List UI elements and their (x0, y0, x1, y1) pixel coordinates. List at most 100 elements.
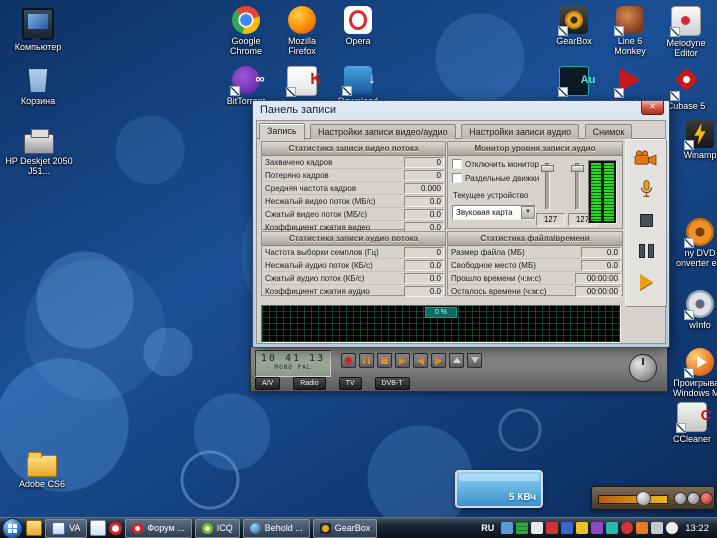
taskbar-button-forum[interactable]: Форум ... (125, 519, 191, 538)
tv-channel-down-button[interactable] (467, 353, 482, 368)
tv-lcd-digits: 10 41 13 (256, 353, 330, 364)
quicklaunch-opera-icon[interactable] (109, 522, 122, 535)
icon-label: Корзина (6, 96, 70, 106)
quicklaunch-app-icon[interactable] (90, 520, 106, 536)
language-indicator[interactable]: RU (477, 523, 498, 533)
taskbar-button-behold[interactable]: Behold ... (243, 519, 310, 538)
desktop-icon-ccleaner[interactable]: CCleaner (660, 402, 717, 444)
play-button[interactable] (630, 270, 662, 294)
desktop-icon-melodyne[interactable]: Melodyne Editor (658, 6, 714, 66)
tv-prev-button[interactable] (413, 353, 428, 368)
tab-video-audio-settings[interactable]: Настройки записи видео/аудио (310, 124, 456, 139)
gadget-close-button[interactable] (700, 492, 713, 505)
tv-channel-up-button[interactable] (449, 353, 464, 368)
desktop: Компьютер Корзина HP Deskjet 2050 J51...… (0, 0, 717, 538)
desktop-icon-computer[interactable]: Компьютер (6, 8, 70, 52)
desktop-icon-line6-monkey[interactable]: Line 6 Monkey (602, 6, 658, 66)
desktop-icon-gearbox[interactable]: GearBox (546, 6, 602, 66)
pause-button[interactable] (630, 239, 662, 263)
stat-row: Осталось времени (ч:м:с)00:00:00 (448, 285, 622, 297)
icon-label: GearBox (546, 36, 602, 46)
tab-record[interactable]: Запись (259, 123, 305, 140)
stop-button[interactable] (630, 208, 662, 232)
close-icon[interactable]: ✕ (641, 101, 664, 115)
tray-icon[interactable] (546, 522, 558, 534)
tv-radio-button[interactable]: Radio (293, 377, 325, 390)
desktop-icon-opera[interactable]: Opera (330, 6, 386, 66)
split-sliders-checkbox[interactable]: Раздельные движки (452, 173, 539, 183)
tv-lcd-display: 10 41 13 MONO PAL (255, 350, 331, 377)
tv-av-button[interactable]: A/V (255, 377, 280, 390)
desktop-icon-dvdinfo[interactable]: wInfo (668, 290, 717, 330)
network-icon[interactable] (666, 522, 678, 534)
tv-play-button[interactable] (395, 353, 410, 368)
desktop-icon-windows-media-player[interactable]: Проигрыва... Windows M... (668, 348, 717, 398)
mute-monitor-checkbox[interactable]: Отключить монитор (452, 159, 539, 169)
recycle-bin-icon (24, 66, 52, 94)
tray-icon[interactable] (591, 522, 603, 534)
tray-icon[interactable] (501, 522, 513, 534)
right-slider-handle[interactable] (571, 165, 584, 172)
gadget-button-1[interactable] (674, 492, 687, 505)
tray-icon[interactable] (606, 522, 618, 534)
tray-icon[interactable] (561, 522, 573, 534)
stat-value: 00:00:00 (575, 273, 621, 284)
meter-left-channel (591, 163, 601, 221)
tv-tv-button[interactable]: TV (339, 377, 362, 390)
stat-value: 0 (404, 247, 444, 258)
tv-stop-button[interactable] (377, 353, 392, 368)
tv-dvbt-button[interactable]: DVB-T (375, 377, 410, 390)
icon-label: Winamp (668, 150, 717, 160)
tray-icon[interactable] (621, 522, 633, 534)
group-title: Монитор уровня записи аудио (448, 142, 622, 156)
dialog-title: Панель записи (260, 104, 336, 116)
taskbar-button-icq[interactable]: ICQ (195, 519, 240, 538)
left-slider-handle[interactable] (541, 165, 554, 172)
icon-label: wInfo (668, 320, 717, 330)
chevron-down-icon[interactable]: ▼ (521, 206, 535, 219)
desktop-icon-recycle-bin[interactable]: Корзина (6, 66, 70, 106)
camcorder-icon (634, 150, 658, 166)
desktop-icon-firefox[interactable]: Mozilla Firefox (274, 6, 330, 66)
desktop-icon-adobe-cs6[interactable]: Adobe CS6 (10, 450, 74, 489)
icon-label: Mozilla Firefox (274, 36, 330, 56)
stat-row: Потеряно кадров0 (262, 169, 445, 182)
desktop-icon-hp-printer[interactable]: HP Deskjet 2050 J51... (2, 128, 76, 176)
volume-knob[interactable] (629, 354, 657, 382)
taskbar-button-va[interactable]: VA (45, 519, 87, 538)
start-button[interactable] (2, 518, 23, 538)
volume-slider-handle[interactable] (636, 491, 651, 506)
taskbar-clock: 13:22 (681, 523, 715, 534)
gadget-button-2[interactable] (687, 492, 700, 505)
video-stats-group: Статистика записи видео потока Захвачено… (261, 141, 446, 230)
quicklaunch-folder-icon[interactable] (26, 520, 42, 536)
tv-pause-button[interactable] (359, 353, 374, 368)
tab-snapshot[interactable]: Снимок (585, 124, 633, 139)
tray-icon[interactable] (531, 522, 543, 534)
record-video-button[interactable] (630, 146, 662, 170)
file-stats-group: Статистика файла/времени Размер файла (М… (447, 231, 623, 296)
tray-icon[interactable] (516, 522, 528, 534)
desktop-icon-winamp[interactable]: Winamp (668, 120, 717, 160)
taskbar-button-gearbox[interactable]: GearBox (313, 519, 378, 538)
stat-row: Сжатый видео поток (МБ/с)0.0 (262, 208, 445, 221)
speaker-icon[interactable] (651, 522, 663, 534)
desktop-icon-any-dvd-converter[interactable]: ny DVD onverter e... (668, 218, 717, 268)
desktop-icon-chrome[interactable]: Google Chrome (218, 6, 274, 66)
volume-track[interactable] (598, 495, 668, 504)
tray-icon[interactable] (636, 522, 648, 534)
icon-label: Adobe CS6 (10, 479, 74, 489)
gearbox-icon (560, 6, 588, 34)
icon-label: CCleaner (660, 434, 717, 444)
tv-next-button[interactable] (431, 353, 446, 368)
tv-record-button[interactable] (341, 353, 356, 368)
gear-icon (320, 523, 331, 534)
tray-icon[interactable] (576, 522, 588, 534)
sound-device-select[interactable]: Звуковая карта ▼ (452, 205, 536, 220)
checkbox-icon[interactable] (452, 173, 462, 183)
opera-icon (344, 6, 372, 34)
checkbox-icon[interactable] (452, 159, 462, 169)
record-audio-button[interactable] (630, 177, 662, 201)
tab-audio-settings[interactable]: Настройки записи аудио (461, 124, 579, 139)
stat-value: 0 (404, 157, 444, 168)
